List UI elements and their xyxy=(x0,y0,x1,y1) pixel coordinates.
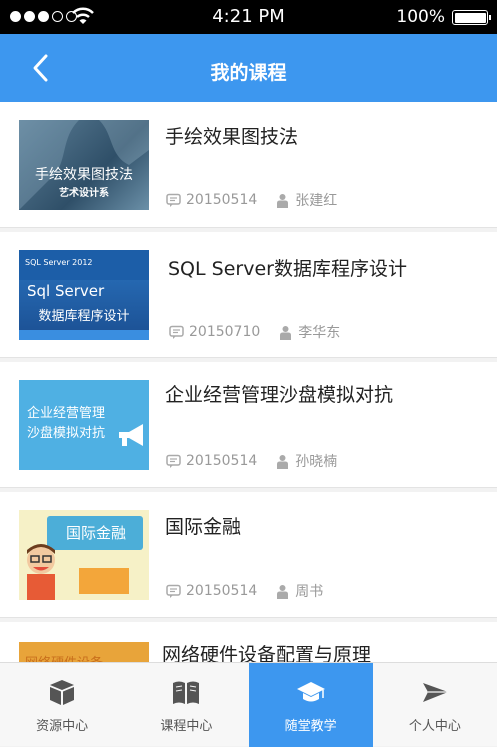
course-title[interactable]: 企业经营管理沙盘模拟对抗 xyxy=(165,380,393,407)
course-date: 20150514 xyxy=(186,583,258,599)
cartoon-figure xyxy=(27,544,55,600)
course-thumbnail: 国际金融 xyxy=(19,510,149,600)
graduation-cap-icon xyxy=(296,682,325,702)
course-teacher: 李华东 xyxy=(278,322,340,342)
course-title[interactable]: SQL Server数据库程序设计 xyxy=(168,254,407,281)
course-title[interactable]: 网络硬件设备配置与原理 xyxy=(162,640,371,662)
course-date: 20150514 xyxy=(186,192,258,208)
course-meta: 20150514 周书 xyxy=(166,581,323,601)
tab-bar: 资源中心 课程中心 随堂教学 个人中心 xyxy=(0,662,497,747)
teacher-name: 李华东 xyxy=(298,325,341,341)
tab-resource-center[interactable]: 资源中心 xyxy=(0,663,124,747)
thumbnail-subtitle: 沙盘模拟对抗 xyxy=(27,426,106,441)
tab-personal-center[interactable]: 个人中心 xyxy=(373,663,497,747)
course-item[interactable]: 企业经营管理 沙盘模拟对抗 企业经营管理沙盘模拟对抗 20150514 孙晓楠 xyxy=(0,362,497,488)
battery-percent: 100% xyxy=(396,7,445,27)
course-item[interactable]: SQL Server 2012 Sql Server 数据库程序设计 SQL S… xyxy=(0,232,497,358)
course-date: 20150514 xyxy=(186,453,258,469)
thumbnail-title: 企业经营管理 xyxy=(27,406,106,421)
thumbnail-title: 手绘效果图技法 xyxy=(35,167,133,183)
comment-icon xyxy=(169,325,184,339)
user-icon xyxy=(277,454,289,469)
course-teacher: 孙晓楠 xyxy=(275,451,337,471)
course-list[interactable]: 手绘效果图技法 艺术设计系 手绘效果图技法 20150514 张建红 SQL S… xyxy=(0,102,497,662)
book-icon xyxy=(173,681,200,704)
tab-classroom-teaching[interactable]: 随堂教学 xyxy=(248,663,373,747)
thumbnail-title: 网络硬件设备 xyxy=(25,652,103,662)
course-title[interactable]: 国际金融 xyxy=(165,512,241,539)
user-icon xyxy=(277,193,289,208)
comment-icon xyxy=(166,584,181,598)
status-bar: 4:21 PM 100% xyxy=(0,0,497,34)
course-date: 20150710 xyxy=(189,324,261,340)
battery-icon xyxy=(452,10,491,25)
course-thumbnail: 手绘效果图技法 艺术设计系 xyxy=(19,120,149,210)
course-item[interactable]: 国际金融 国际金融 20150514 周书 xyxy=(0,492,497,618)
tab-label: 个人中心 xyxy=(408,719,461,734)
tab-label: 资源中心 xyxy=(36,719,89,734)
paper-plane-icon xyxy=(422,683,448,702)
course-meta: 20150514 张建红 xyxy=(166,190,337,210)
course-item[interactable]: 网络硬件设备 网络硬件设备配置与原理 xyxy=(0,622,497,662)
comment-icon xyxy=(166,454,181,468)
user-icon xyxy=(277,584,289,599)
user-icon xyxy=(280,325,292,340)
course-title[interactable]: 手绘效果图技法 xyxy=(165,122,298,149)
thumbnail-subtitle: 数据库程序设计 xyxy=(38,309,130,324)
teacher-name: 周书 xyxy=(295,584,324,600)
course-teacher: 周书 xyxy=(275,581,323,601)
teacher-name: 孙晓楠 xyxy=(295,454,338,470)
box-icon xyxy=(50,680,74,705)
tab-label: 随堂教学 xyxy=(284,719,337,734)
course-thumbnail: 网络硬件设备 xyxy=(19,642,149,662)
page-title: 我的课程 xyxy=(210,62,287,84)
nav-bar: 我的课程 xyxy=(0,34,497,102)
thumbnail-subtitle: 艺术设计系 xyxy=(59,188,109,199)
tab-label: 课程中心 xyxy=(160,719,213,734)
course-meta: 20150710 李华东 xyxy=(169,322,340,342)
teacher-name: 张建红 xyxy=(295,193,338,209)
thumbnail-logo: SQL Server 2012 xyxy=(25,258,93,267)
course-teacher: 张建红 xyxy=(275,190,337,210)
course-meta: 20150514 孙晓楠 xyxy=(166,451,337,471)
tab-course-center[interactable]: 课程中心 xyxy=(124,663,248,747)
thumbnail-title: Sql Server xyxy=(27,282,105,300)
megaphone-icon xyxy=(119,424,143,446)
course-item[interactable]: 手绘效果图技法 艺术设计系 手绘效果图技法 20150514 张建红 xyxy=(0,102,497,228)
course-thumbnail: SQL Server 2012 Sql Server 数据库程序设计 xyxy=(19,250,149,340)
comment-icon xyxy=(166,193,181,207)
course-thumbnail: 企业经营管理 沙盘模拟对抗 xyxy=(19,380,149,470)
